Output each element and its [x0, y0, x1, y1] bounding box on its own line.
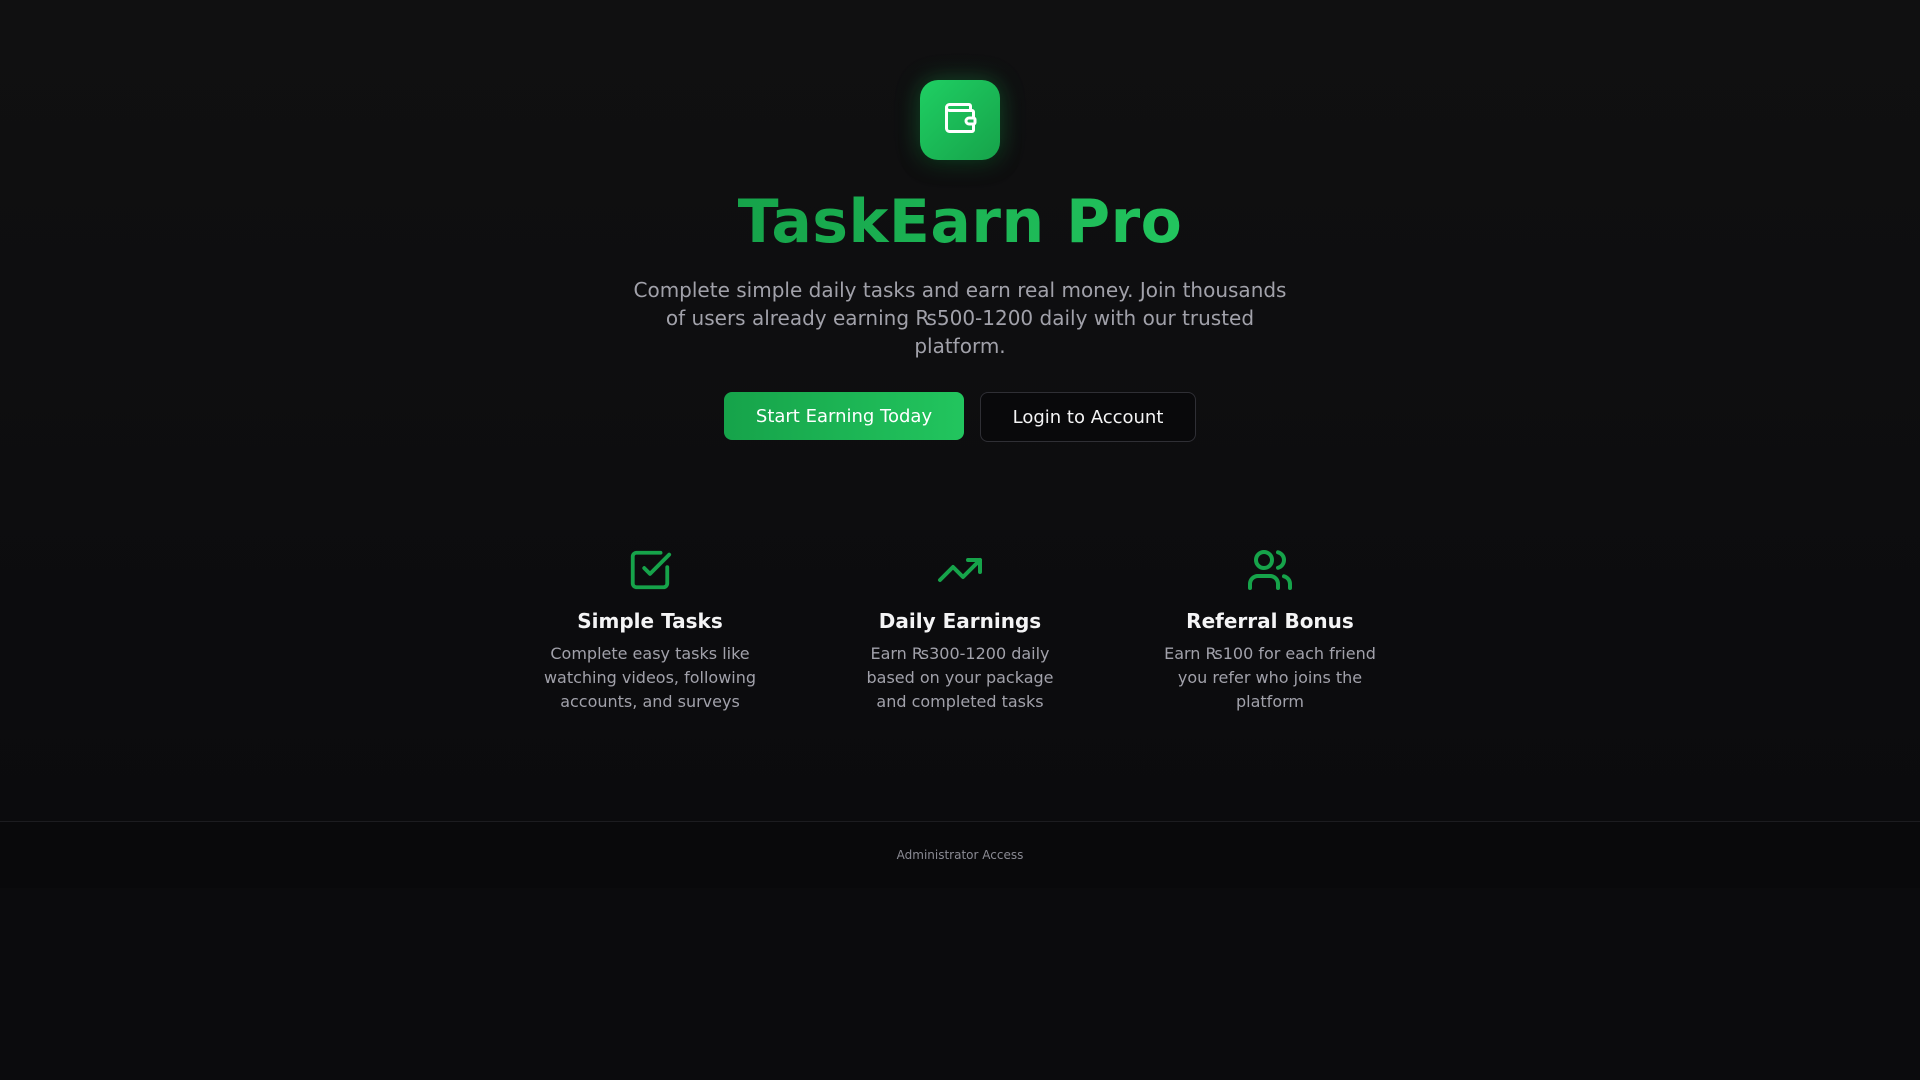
feature-simple-tasks: Simple Tasks Complete easy tasks like wa… — [540, 546, 760, 714]
trending-up-icon — [936, 546, 984, 594]
check-square-icon — [626, 546, 674, 594]
hero-section: TaskEarn Pro Complete simple daily tasks… — [0, 80, 1920, 442]
footer: Administrator Access — [0, 821, 1920, 888]
wallet-icon — [942, 100, 978, 140]
logo-tile — [920, 80, 1000, 160]
feature-description: Earn ₨100 for each friend you refer who … — [1164, 644, 1376, 711]
feature-title: Daily Earnings — [878, 609, 1042, 633]
login-button[interactable]: Login to Account — [980, 392, 1196, 442]
feature-daily-earnings: Daily Earnings Earn ₨300-1200 daily base… — [850, 546, 1070, 714]
start-earning-button[interactable]: Start Earning Today — [724, 392, 964, 440]
feature-title: Simple Tasks — [577, 609, 723, 633]
cta-row: Start Earning Today Login to Account — [724, 392, 1196, 442]
feature-title: Referral Bonus — [1186, 609, 1354, 633]
page-title: TaskEarn Pro — [737, 187, 1183, 257]
users-icon — [1246, 546, 1294, 594]
landing-page: TaskEarn Pro Complete simple daily tasks… — [0, 0, 1920, 1080]
feature-description: Earn ₨300-1200 daily based on your packa… — [866, 644, 1054, 711]
administrator-access-link[interactable]: Administrator Access — [897, 848, 1024, 862]
hero-subtitle: Complete simple daily tasks and earn rea… — [633, 278, 1287, 358]
features-section: Simple Tasks Complete easy tasks like wa… — [0, 546, 1920, 714]
feature-referral-bonus: Referral Bonus Earn ₨100 for each friend… — [1160, 546, 1380, 714]
feature-description: Complete easy tasks like watching videos… — [543, 644, 757, 711]
